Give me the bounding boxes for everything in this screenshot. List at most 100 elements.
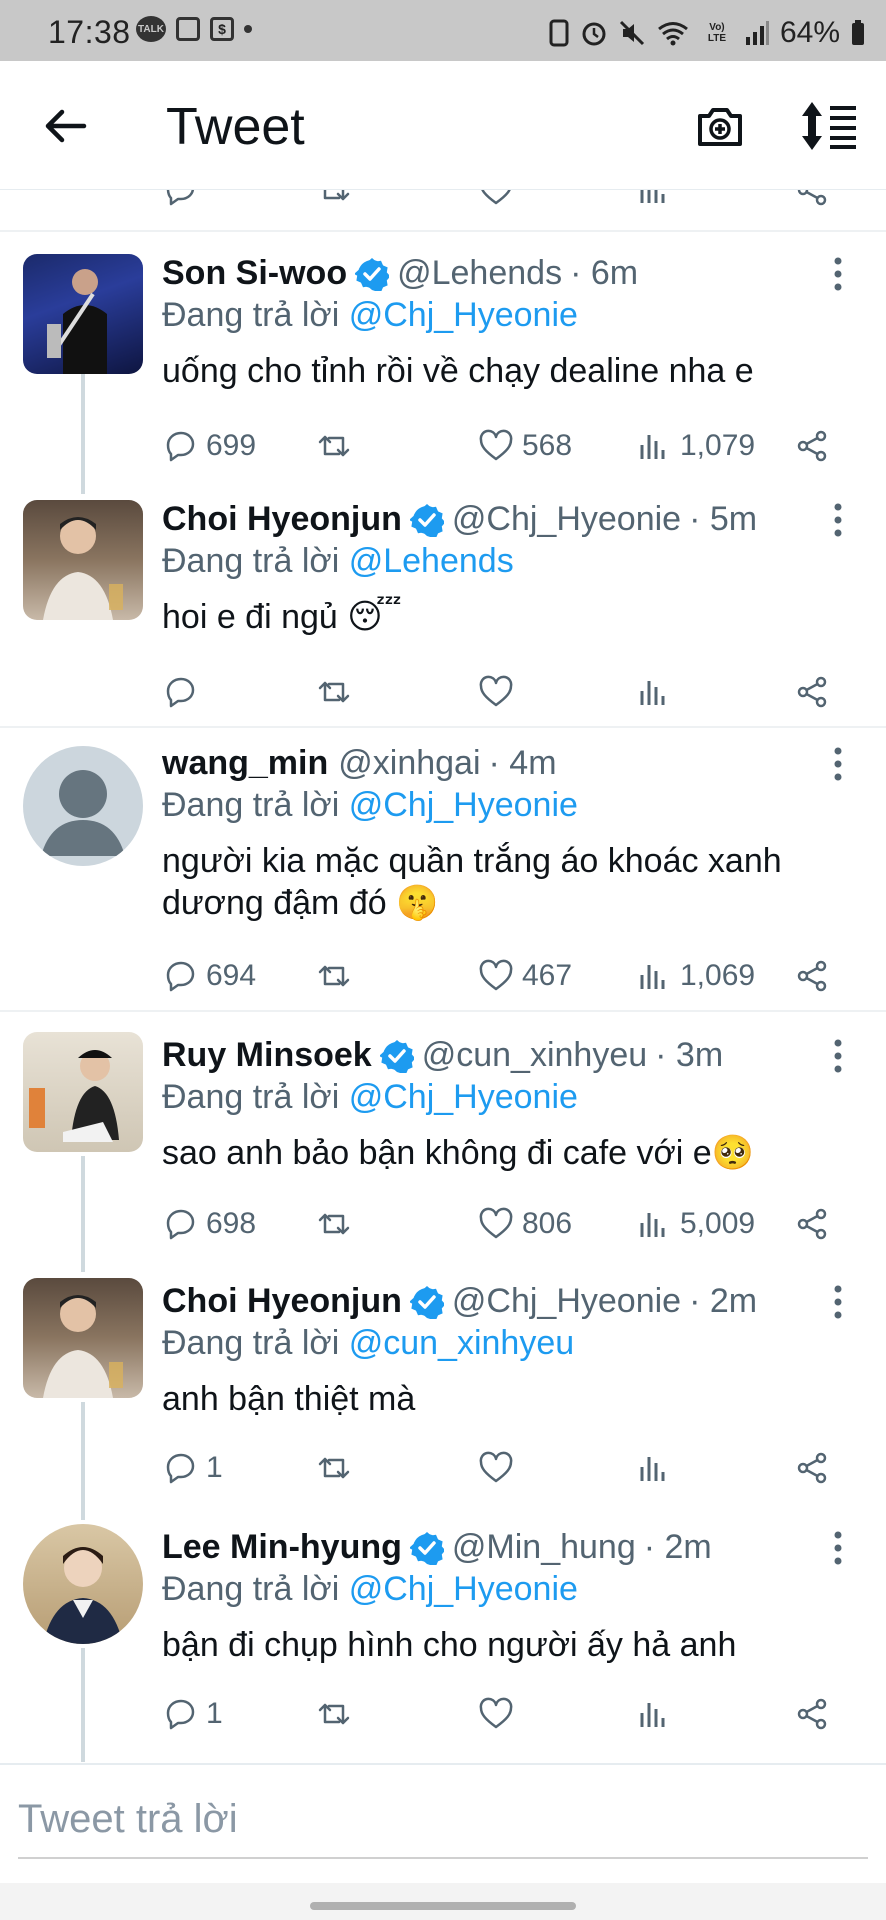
avatar[interactable] bbox=[23, 1032, 143, 1152]
reply-button[interactable] bbox=[162, 190, 198, 212]
views-button[interactable] bbox=[636, 1692, 680, 1736]
heart-icon bbox=[481, 190, 511, 205]
reply-button[interactable]: 699 bbox=[162, 424, 256, 468]
more-options-icon[interactable] bbox=[828, 502, 848, 538]
like-button[interactable]: 467 bbox=[478, 954, 572, 998]
like-button[interactable] bbox=[478, 1692, 522, 1736]
tweet-text: người kia mặc quần trắng áo khoác xanh d… bbox=[162, 842, 782, 922]
tweet-item[interactable]: Ruy Minsoek @cun_xinhyeu · 3m Đang trả l… bbox=[0, 1032, 886, 1272]
retweet-button[interactable] bbox=[316, 190, 352, 212]
share-button[interactable] bbox=[794, 1446, 830, 1490]
share-icon bbox=[794, 428, 830, 464]
display-name[interactable]: Ruy Minsoek bbox=[162, 1036, 372, 1075]
share-button[interactable] bbox=[794, 190, 830, 212]
tweet-actions: 1 bbox=[162, 1446, 862, 1490]
more-options-icon[interactable] bbox=[828, 1284, 848, 1320]
view-count: 1,069 bbox=[680, 959, 756, 992]
sim-icon bbox=[549, 19, 569, 47]
share-icon bbox=[794, 1696, 830, 1732]
user-handle[interactable]: @Chj_Hyeonie bbox=[452, 1282, 681, 1321]
tweet-item[interactable]: Son Si-woo @Lehends · 6m Đang trả lời @C… bbox=[0, 250, 886, 494]
more-options-icon[interactable] bbox=[828, 1530, 848, 1566]
avatar[interactable] bbox=[23, 1278, 143, 1398]
avatar[interactable] bbox=[23, 500, 143, 620]
display-name[interactable]: wang_min bbox=[162, 744, 328, 783]
display-name[interactable]: Choi Hyeonjun bbox=[162, 500, 402, 539]
display-name[interactable]: Son Si-woo bbox=[162, 254, 347, 293]
like-button[interactable]: 568 bbox=[478, 424, 572, 468]
like-button[interactable]: 806 bbox=[478, 1202, 572, 1246]
views-button[interactable] bbox=[636, 190, 672, 212]
more-options-icon[interactable] bbox=[828, 746, 848, 782]
tweet-item[interactable]: Choi Hyeonjun @Chj_Hyeonie · 2m Đang trả… bbox=[0, 1278, 886, 1520]
retweet-button[interactable] bbox=[316, 424, 352, 468]
reply-button[interactable]: 694 bbox=[162, 954, 256, 998]
mention-link[interactable]: @Chj_Hyeonie bbox=[349, 1078, 578, 1116]
tweet-header: Son Si-woo @Lehends · 6m bbox=[162, 254, 638, 293]
user-handle[interactable]: @Lehends bbox=[397, 254, 562, 293]
views-icon bbox=[636, 674, 672, 710]
share-button[interactable] bbox=[794, 1692, 830, 1736]
retweet-button[interactable] bbox=[316, 1202, 352, 1246]
heart-icon bbox=[478, 674, 514, 710]
share-button[interactable] bbox=[794, 1202, 830, 1246]
sort-icon[interactable] bbox=[800, 100, 860, 152]
talk-icon: TALK bbox=[136, 16, 166, 42]
retweet-button[interactable] bbox=[316, 670, 352, 714]
reply-button[interactable] bbox=[162, 670, 206, 714]
retweet-button[interactable] bbox=[316, 1692, 352, 1736]
reply-button[interactable]: 698 bbox=[162, 1202, 256, 1246]
verified-badge-icon bbox=[355, 257, 389, 291]
mention-link[interactable]: @Chj_Hyeonie bbox=[349, 1570, 578, 1608]
views-icon bbox=[636, 1450, 672, 1486]
tweet-text: anh bận thiệt mà bbox=[162, 1380, 416, 1418]
user-handle[interactable]: @xinhgai bbox=[338, 744, 480, 783]
view-count: 5,009 bbox=[680, 1207, 756, 1240]
tweet-actions bbox=[162, 670, 862, 714]
views-button[interactable]: 1,079 bbox=[636, 424, 755, 468]
user-handle[interactable]: @cun_xinhyeu bbox=[422, 1036, 647, 1075]
views-button[interactable]: 1,069 bbox=[636, 954, 755, 998]
share-button[interactable] bbox=[794, 954, 830, 998]
mention-link[interactable]: @cun_xinhyeu bbox=[349, 1324, 574, 1362]
more-options-icon[interactable] bbox=[828, 1038, 848, 1074]
reply-icon bbox=[162, 1206, 198, 1242]
mention-link[interactable]: @Lehends bbox=[349, 542, 514, 580]
views-button[interactable] bbox=[636, 1446, 680, 1490]
share-button[interactable] bbox=[794, 670, 830, 714]
display-name[interactable]: Lee Min-hyung bbox=[162, 1528, 402, 1567]
display-name[interactable]: Choi Hyeonjun bbox=[162, 1282, 402, 1321]
user-handle[interactable]: @Min_hung bbox=[452, 1528, 636, 1567]
reply-input[interactable] bbox=[18, 1781, 868, 1859]
more-options-icon[interactable] bbox=[828, 256, 848, 292]
tweet-time: · 3m bbox=[655, 1036, 724, 1074]
like-button[interactable] bbox=[478, 1446, 522, 1490]
replying-to: Đang trả lời @Lehends bbox=[162, 542, 514, 581]
like-button[interactable] bbox=[478, 190, 514, 212]
tweet-item[interactable]: wang_min @xinhgai · 4m Đang trả lời @Chj… bbox=[0, 740, 886, 1012]
tweet-item[interactable]: Choi Hyeonjun @Chj_Hyeonie · 5m Đang trả… bbox=[0, 496, 886, 728]
back-arrow-icon[interactable] bbox=[40, 101, 90, 151]
avatar[interactable] bbox=[23, 1524, 143, 1644]
mute-icon bbox=[619, 20, 645, 46]
mention-link[interactable]: @Chj_Hyeonie bbox=[349, 786, 578, 824]
retweet-button[interactable] bbox=[316, 954, 352, 998]
tweet-actions: 699 568 1,079 bbox=[162, 424, 862, 468]
reply-button[interactable]: 1 bbox=[162, 1692, 223, 1736]
like-button[interactable] bbox=[478, 670, 522, 714]
retweet-button[interactable] bbox=[316, 1446, 352, 1490]
tweet-item[interactable]: Lee Min-hyung @Min_hung · 2m Đang trả lờ… bbox=[0, 1524, 886, 1762]
thread-line bbox=[81, 1156, 85, 1272]
views-button[interactable]: 5,009 bbox=[636, 1202, 755, 1246]
home-gesture-bar[interactable] bbox=[310, 1902, 576, 1910]
shop-icon: $ bbox=[210, 17, 234, 41]
avatar[interactable] bbox=[23, 254, 143, 374]
reply-button[interactable]: 1 bbox=[162, 1446, 223, 1490]
camera-add-icon[interactable] bbox=[694, 100, 746, 152]
mention-link[interactable]: @Chj_Hyeonie bbox=[349, 296, 578, 334]
user-handle[interactable]: @Chj_Hyeonie bbox=[452, 500, 681, 539]
views-button[interactable] bbox=[636, 670, 680, 714]
verified-badge-icon bbox=[380, 1039, 414, 1073]
share-button[interactable] bbox=[794, 424, 830, 468]
avatar[interactable] bbox=[23, 746, 143, 866]
